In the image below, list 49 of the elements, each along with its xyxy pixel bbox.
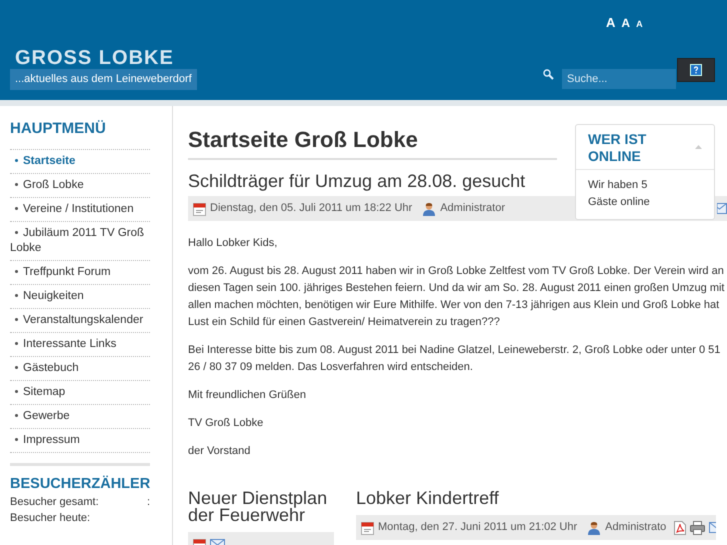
counter-value: : (146, 494, 150, 508)
menu-item[interactable]: Gästebuch (10, 360, 150, 376)
article-author: Administrator (440, 201, 505, 216)
calendar-icon (361, 520, 374, 534)
counter-label: Besucher heute: (10, 510, 90, 524)
menu-item[interactable]: Impressum (10, 432, 150, 448)
teaser-title[interactable]: Neuer Dienstplan der Feuerwehr (188, 490, 334, 524)
collapse-icon[interactable] (695, 145, 702, 149)
menu-item[interactable]: Veranstaltungskalender (10, 312, 150, 328)
article-date: Montag, den 27. Juni 2011 um 21:02 Uhr (378, 520, 578, 536)
menu-item[interactable]: Vereine / Institutionen (10, 202, 150, 216)
user-icon (422, 202, 436, 216)
menu-item[interactable]: Startseite (10, 154, 150, 168)
help-button[interactable] (677, 58, 715, 82)
email-icon[interactable] (717, 203, 727, 214)
article-paragraph: TV Groß Lobke (188, 416, 264, 431)
menu-item[interactable]: Groß Lobke (10, 178, 150, 192)
user-icon (587, 520, 602, 534)
panel-title: WER IST ONLINE (588, 131, 648, 165)
menu-item[interactable]: Sitemap (10, 384, 150, 400)
menu-item[interactable]: Gewerbe (10, 408, 150, 424)
page-title: Startseite Groß Lobke (188, 126, 419, 154)
menu-item[interactable]: Neuigkeiten (10, 288, 150, 304)
print-icon[interactable] (690, 520, 706, 534)
font-size-smaller-button[interactable]: A (636, 18, 643, 29)
teaser-title[interactable]: Lobker Kindertreff (356, 490, 716, 507)
article-paragraph: vom 26. August bis 28. August 2011 haben wir in Groß Lobke Zeltfest vom TV Groß Lobke. Der Verein wird an diesen Tagen sein 100. jähriges Bestehen feiern. Und da wir am So. 28. August 2011 einen großen Umzug mit allen machen möchten, benötigen wir Eure Mithilfe. Wer von den 7-13 jährigen aus Klein und Groß Lobke hat Lust ein Schild für einen Gastverein/ Heimatverein zu tragen??? (188, 264, 726, 330)
pdf-icon[interactable] (674, 520, 686, 534)
font-size-reset-button[interactable]: A (621, 17, 630, 29)
article-paragraph: Bei Interesse bitte bis zum 08. August 2011 bei Nadine Glatzel, Leineweberstr. 2, Groß Lobke oder unter 0 51 26 / 80 37 09 melden. Das Losverfahren wird entscheiden. (188, 343, 722, 375)
counter-heading: BESUCHERZÄHLER (10, 474, 150, 492)
menu-item[interactable]: Jubiläum 2011 TV Groß Lobke (10, 226, 150, 256)
calendar-icon (193, 202, 206, 216)
online-count-text: Wir haben 5 Gäste online (587, 178, 651, 210)
article-paragraph: der Vorstand (188, 444, 252, 459)
article-paragraph: Mit freundlichen Grüßen (188, 388, 307, 403)
search-field[interactable]: Suche... (562, 69, 676, 89)
menu-heading: HAUPTMENÜ (10, 118, 150, 150)
help-icon (690, 64, 702, 76)
menu-item[interactable]: Treffpunkt Forum (10, 264, 150, 280)
counter-label: Besucher gesamt: (10, 494, 99, 508)
search-icon (543, 69, 554, 80)
font-size-larger-button[interactable]: A (606, 16, 616, 29)
site-tagline: ...aktuelles aus dem Leineweberdorf (10, 69, 197, 90)
article-title[interactable]: Schildträger für Umzug am 28.08. gesucht (188, 170, 526, 192)
article-author: Administrato (605, 520, 666, 536)
article-paragraph: Hallo Lobker Kids, (188, 236, 278, 251)
article-date: Dienstag, den 05. Juli 2011 um 18:22 Uhr (210, 201, 412, 216)
menu-item[interactable]: Interessante Links (10, 336, 150, 352)
